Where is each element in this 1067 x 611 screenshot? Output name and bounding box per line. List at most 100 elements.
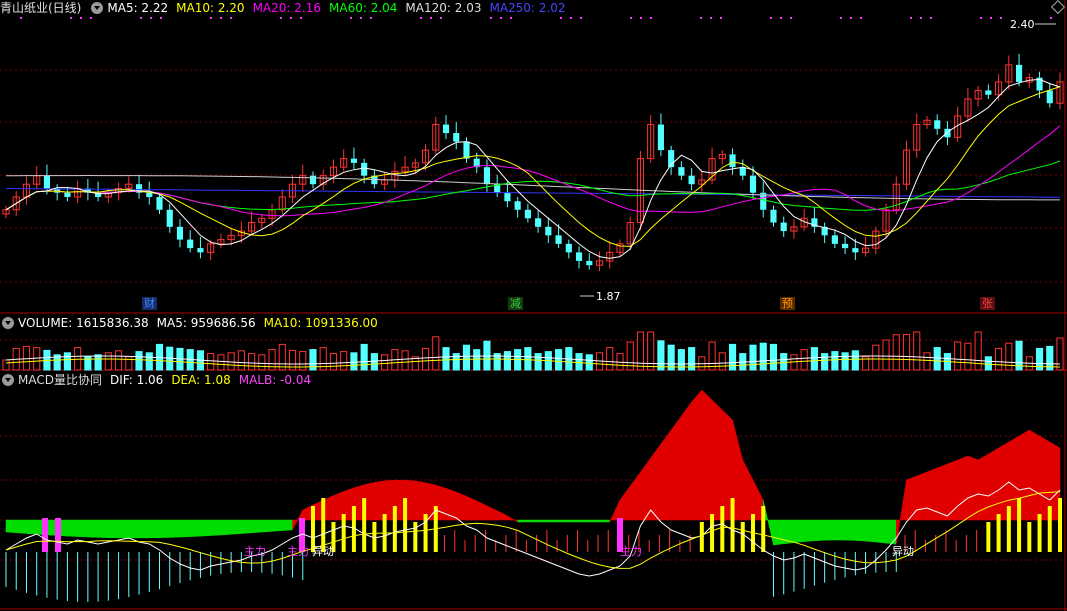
candle-body-down [944,128,951,138]
macd-bar-signal [392,506,397,552]
macd-area-positive [1029,429,1040,521]
volume-bar-up [913,331,921,371]
event-marker-cai[interactable]: 财 [142,297,157,310]
candle-body-down [166,209,173,227]
volume-bar-up [278,343,286,371]
macd-bar-signal [1037,514,1042,552]
event-marker-zhang[interactable]: 张 [980,297,995,310]
macd-area-negative [589,519,600,523]
dot-marker [570,17,572,19]
candle-body-down [985,90,992,95]
volume-bar-down [135,351,143,371]
macd-bar-signal [986,522,991,552]
macd-area-negative [159,519,170,538]
candle-body-down [146,192,153,197]
macd-bar-positive [976,530,978,552]
macd-area-negative [108,519,119,539]
macd-area-positive [486,505,498,521]
macd-area-negative [200,519,211,537]
macd-area-negative [548,519,559,523]
volume-bar-down [933,347,941,371]
macd-area-negative [517,519,529,523]
macd-bar-positive [965,535,967,552]
event-marker-yu[interactable]: 预 [780,297,795,310]
volume-bar-up [606,347,614,371]
volume-bar-up [718,352,726,371]
dot-marker [150,17,152,19]
volume-bar-down [145,352,153,371]
macd-area-positive [988,447,999,521]
candle-body-down [1046,90,1053,104]
dot-marker [840,17,842,19]
macd-area-negative [15,519,27,534]
macd-area-negative [26,519,37,535]
macd-area-negative [793,519,805,543]
candle-body-down [586,260,593,266]
candle-body-down [524,209,531,219]
volume-ma10-line [5,358,1061,368]
macd-area-negative [537,519,549,523]
macd-bar-positive [515,530,517,552]
macd-bar-signal [1006,506,1011,552]
volume-bar-down [759,342,767,371]
macd-area-negative [77,519,89,538]
macd-bar-positive [679,540,681,552]
macd-area-negative [87,519,99,538]
macd-label-main: 主力 [244,545,266,558]
macd-area-positive [507,515,518,523]
macd-bar-positive [546,530,548,552]
candle-body-down [309,175,317,185]
volume-bar-down [555,349,563,371]
macd-bar-positive [566,535,568,552]
macd-bar-positive [597,535,599,552]
candle-body-down [934,120,941,129]
candle-body-down [361,162,368,176]
macd-area-negative [220,519,232,536]
macd-area-negative [885,519,897,545]
macd-area-positive [660,429,672,521]
volume-bar-down [810,347,818,371]
macd-label-move: 异动 [312,545,334,558]
macd-area-negative [527,519,539,523]
macd-area-positive [701,389,713,521]
dot-marker [360,17,362,19]
macd-bar-positive [935,535,937,552]
macd-area-negative [179,519,191,538]
macd-bar-positive [474,535,476,552]
volume-bar-up [923,352,931,371]
macd-spike [42,518,48,552]
stock-chart[interactable] [0,0,1067,611]
volume-bar-up [125,356,133,371]
volume-bar-up [401,350,409,371]
event-marker-jian[interactable]: 减 [508,297,523,310]
dot-marker [980,17,982,19]
macd-area-negative [814,519,825,542]
macd-area-positive [916,471,928,521]
macd-area-negative [834,519,846,541]
macd-bar-signal [1017,498,1022,552]
dot-marker [790,17,792,19]
macd-area-positive [619,485,631,521]
volume-bar-up [872,344,880,371]
volume-bar-up [1056,337,1064,371]
macd-area-positive [496,510,508,521]
volume-bar-down [63,352,71,371]
dot-marker [930,17,932,19]
macd-bar-signal [1047,506,1052,552]
dot-marker [860,17,862,19]
volume-bar-down [534,353,542,371]
macd-area-positive [691,389,703,521]
candle-body-down [739,167,746,176]
candle-body-down [575,252,583,261]
macd-spike [55,518,61,552]
volume-bar-down [585,354,593,371]
macd-area-positive [926,467,938,521]
macd-area-negative [5,519,17,534]
dot-marker [210,17,212,19]
macd-bar-positive [658,535,660,552]
volume-bar-up [954,341,962,371]
macd-area-negative [568,519,580,523]
candle-body-down [187,239,194,249]
dot-marker [140,17,142,19]
dot-marker [280,17,282,19]
